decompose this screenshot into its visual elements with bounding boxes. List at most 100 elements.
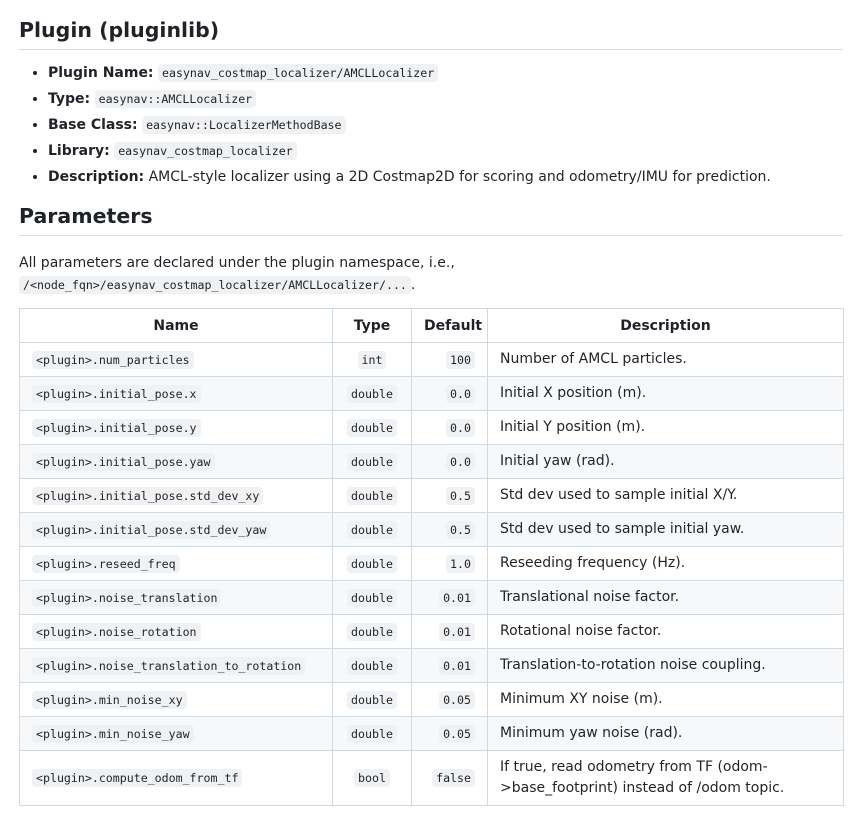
param-name: <plugin>.noise_rotation <box>32 622 201 641</box>
param-name: <plugin>.reseed_freq <box>32 554 180 573</box>
param-type: double <box>347 724 397 743</box>
param-type-cell: double <box>332 376 412 411</box>
param-description: Minimum XY noise (m). <box>487 682 844 717</box>
plugin-info-item-library: Library: easynav_costmap_localizer <box>48 142 843 160</box>
table-row: <plugin>.reseed_freq double 1.0 Reseedin… <box>19 546 844 581</box>
info-key: Type: <box>48 91 91 107</box>
info-text-value: AMCL-style localizer using a 2D Costmap2… <box>148 169 771 185</box>
table-row: <plugin>.num_particles int 100 Number of… <box>19 342 844 377</box>
param-default: 0.0 <box>446 384 475 403</box>
table-row: <plugin>.noise_translation_to_rotation d… <box>19 648 844 683</box>
param-type: double <box>347 486 397 505</box>
param-name-cell: <plugin>.initial_pose.yaw <box>19 444 333 479</box>
parameters-heading: Parameters <box>19 204 843 236</box>
param-name-cell: <plugin>.compute_odom_from_tf <box>19 750 333 806</box>
param-name-cell: <plugin>.noise_translation_to_rotation <box>19 648 333 683</box>
param-name: <plugin>.initial_pose.yaw <box>32 452 215 471</box>
plugin-info-list: Plugin Name: easynav_costmap_localizer/A… <box>19 64 843 186</box>
param-type-cell: double <box>332 580 412 615</box>
param-default: 0.01 <box>439 622 475 641</box>
param-description: Initial Y position (m). <box>487 410 844 445</box>
param-default-cell: 1.0 <box>411 546 488 581</box>
param-type-cell: int <box>332 342 412 377</box>
table-row: <plugin>.noise_translation double 0.01 T… <box>19 580 844 615</box>
param-name: <plugin>.num_particles <box>32 350 194 369</box>
param-name-cell: <plugin>.reseed_freq <box>19 546 333 581</box>
param-description: Std dev used to sample initial yaw. <box>487 512 844 547</box>
param-description: Reseeding frequency (Hz). <box>487 546 844 581</box>
param-description: Translational noise factor. <box>487 580 844 615</box>
column-header-default: Default <box>411 308 488 343</box>
column-header-description: Description <box>487 308 844 343</box>
param-type-cell: double <box>332 716 412 751</box>
parameters-table: Name Type Default Description <plugin>.n… <box>19 308 844 806</box>
param-default-cell: 0.05 <box>411 682 488 717</box>
param-name-cell: <plugin>.min_noise_yaw <box>19 716 333 751</box>
table-row: <plugin>.initial_pose.std_dev_yaw double… <box>19 512 844 547</box>
plugin-heading: Plugin (pluginlib) <box>19 0 843 50</box>
param-default-cell: 0.01 <box>411 580 488 615</box>
param-name-cell: <plugin>.initial_pose.y <box>19 410 333 445</box>
param-name-cell: <plugin>.min_noise_xy <box>19 682 333 717</box>
table-row: <plugin>.min_noise_xy double 0.05 Minimu… <box>19 682 844 717</box>
info-key: Base Class: <box>48 117 138 133</box>
param-name: <plugin>.compute_odom_from_tf <box>32 769 243 787</box>
plugin-info-item-type: Type: easynav::AMCLLocalizer <box>48 90 843 108</box>
param-default-cell: 0.0 <box>411 444 488 479</box>
param-type-cell: double <box>332 682 412 717</box>
param-description: Rotational noise factor. <box>487 614 844 649</box>
param-name-cell: <plugin>.initial_pose.std_dev_yaw <box>19 512 333 547</box>
param-name-cell: <plugin>.noise_translation <box>19 580 333 615</box>
param-type: double <box>347 520 397 539</box>
param-type: bool <box>354 769 390 787</box>
param-name-cell: <plugin>.initial_pose.std_dev_xy <box>19 478 333 513</box>
param-default: 0.0 <box>446 452 475 471</box>
param-type-cell: double <box>332 546 412 581</box>
param-default-cell: 100 <box>411 342 488 377</box>
param-description: Minimum yaw noise (rad). <box>487 716 844 751</box>
param-type-cell: double <box>332 614 412 649</box>
param-type: double <box>347 452 397 471</box>
table-row: <plugin>.initial_pose.x double 0.0 Initi… <box>19 376 844 411</box>
param-type: double <box>347 690 397 709</box>
param-default-cell: 0.5 <box>411 512 488 547</box>
param-description: Number of AMCL particles. <box>487 342 844 377</box>
param-name: <plugin>.initial_pose.x <box>32 384 201 403</box>
intro-end: . <box>410 277 416 293</box>
param-type: int <box>357 350 387 369</box>
param-type: double <box>347 418 397 437</box>
table-row: <plugin>.min_noise_yaw double 0.05 Minim… <box>19 716 844 751</box>
plugin-info-item-description: Description: AMCL-style localizer using … <box>48 168 843 186</box>
table-row: <plugin>.noise_rotation double 0.01 Rota… <box>19 614 844 649</box>
param-name: <plugin>.initial_pose.std_dev_yaw <box>32 520 271 539</box>
param-description: Initial X position (m). <box>487 376 844 411</box>
param-description: Std dev used to sample initial X/Y. <box>487 478 844 513</box>
info-code-value: easynav_costmap_localizer <box>114 142 297 160</box>
param-default-cell: 0.05 <box>411 716 488 751</box>
param-default: 0.05 <box>439 724 475 743</box>
param-default: 0.5 <box>446 486 475 505</box>
table-row: <plugin>.initial_pose.yaw double 0.0 Ini… <box>19 444 844 479</box>
param-default: 0.01 <box>439 656 475 675</box>
param-name: <plugin>.min_noise_xy <box>32 690 187 709</box>
info-key: Description: <box>48 169 145 185</box>
info-key: Plugin Name: <box>48 65 154 81</box>
param-type-cell: bool <box>332 750 412 806</box>
param-type-cell: double <box>332 512 412 547</box>
param-type: double <box>347 588 397 607</box>
param-type: double <box>347 656 397 675</box>
intro-text: All parameters are declared under the pl… <box>19 255 455 271</box>
param-default: 0.01 <box>439 588 475 607</box>
table-row: <plugin>.initial_pose.std_dev_xy double … <box>19 478 844 513</box>
param-default-cell: 0.0 <box>411 410 488 445</box>
param-name: <plugin>.initial_pose.y <box>32 418 201 437</box>
info-key: Library: <box>48 143 110 159</box>
param-type: double <box>347 384 397 403</box>
plugin-info-item-base-class: Base Class: easynav::LocalizerMethodBase <box>48 116 843 134</box>
param-type-cell: double <box>332 444 412 479</box>
param-type-cell: double <box>332 478 412 513</box>
param-default: 100 <box>446 350 475 369</box>
table-row: <plugin>.compute_odom_from_tf bool false… <box>19 750 844 806</box>
table-header-row: Name Type Default Description <box>19 308 844 343</box>
parameters-intro: All parameters are declared under the pl… <box>19 252 843 296</box>
